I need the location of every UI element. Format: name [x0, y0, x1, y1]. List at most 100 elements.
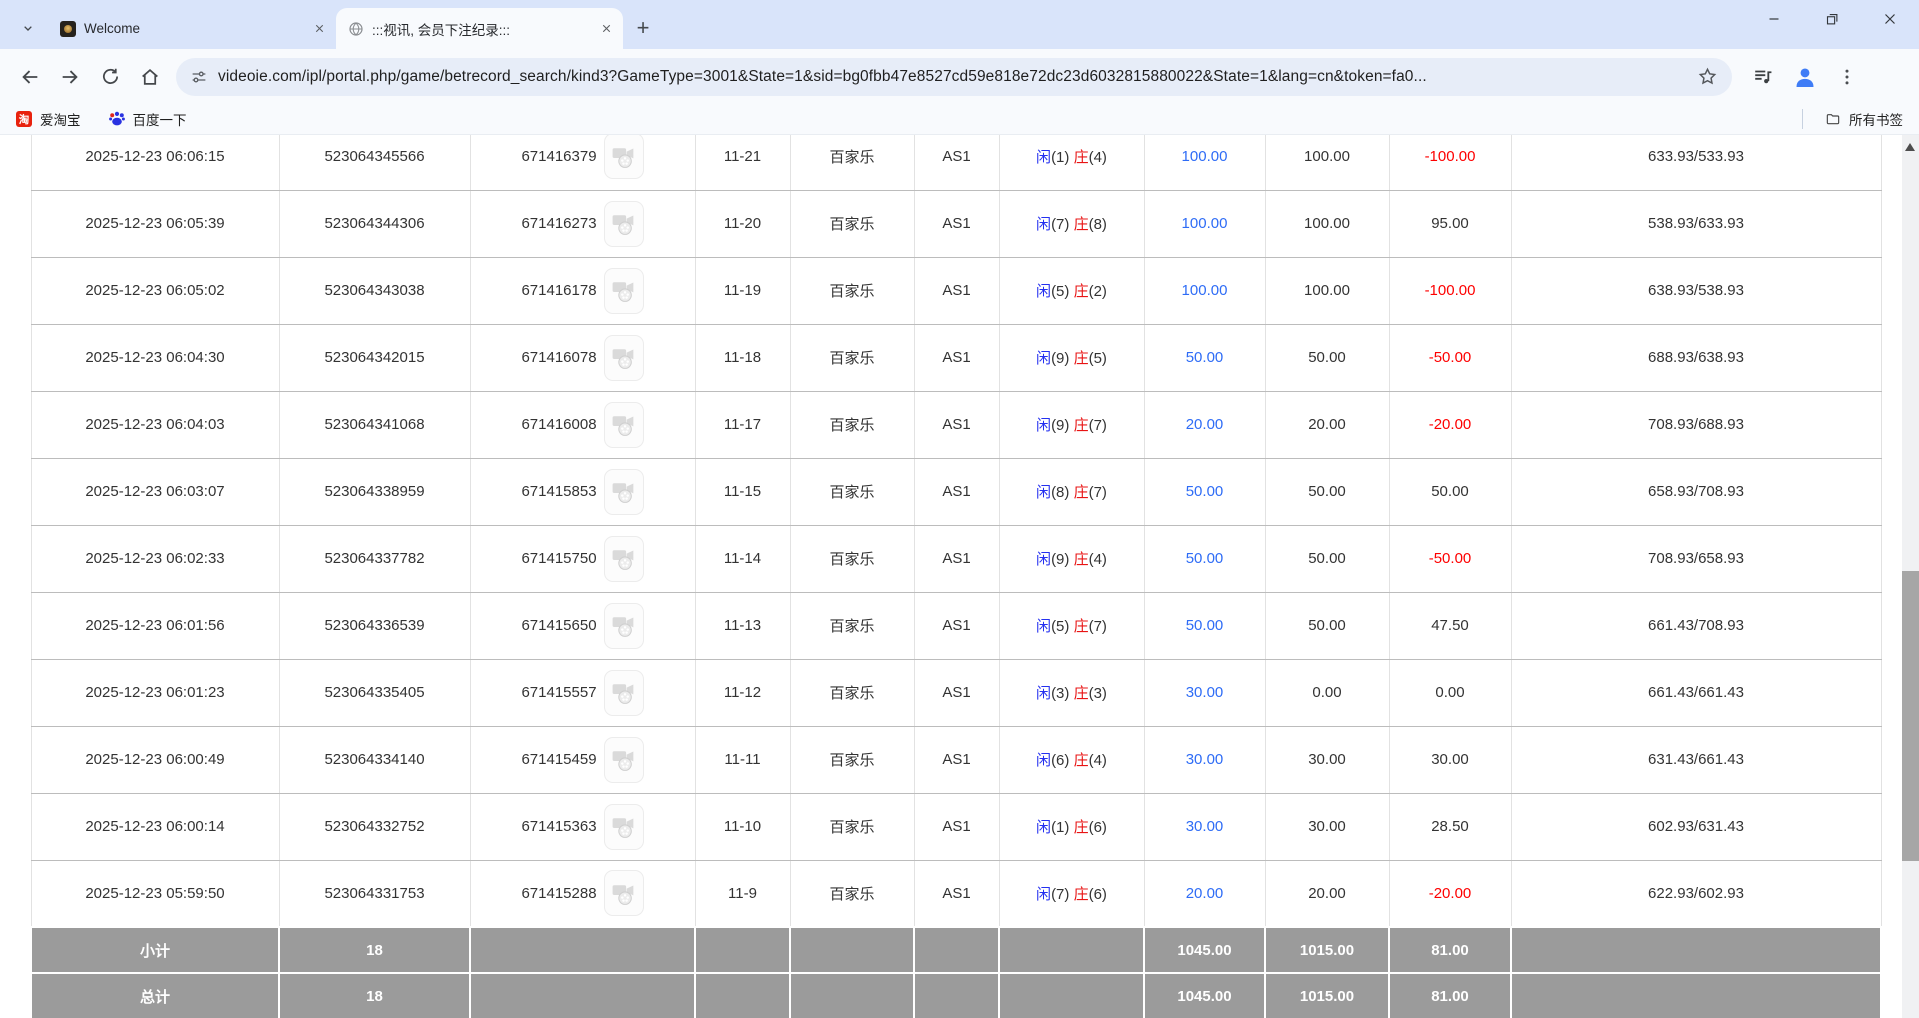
bet-amount-link[interactable]: 50.00: [1144, 324, 1265, 391]
game-number-cell: 671416379: [470, 135, 695, 190]
bet-detail: 闲(7) 庄(6): [999, 860, 1144, 927]
taobao-icon: 淘: [16, 111, 32, 127]
bookmark-star-icon[interactable]: [1697, 66, 1718, 87]
video-replay-button[interactable]: [604, 402, 644, 448]
all-bookmarks[interactable]: 所有书签: [1802, 109, 1903, 129]
bet-detail: 闲(9) 庄(5): [999, 324, 1144, 391]
video-replay-button[interactable]: [604, 670, 644, 716]
reload-button[interactable]: [92, 59, 128, 95]
toolbar-right: [1742, 59, 1868, 95]
back-button[interactable]: [12, 59, 48, 95]
bet-amount-link[interactable]: 50.00: [1144, 592, 1265, 659]
banker-points: (3): [1089, 685, 1107, 702]
bet-amount-link[interactable]: 50.00: [1144, 525, 1265, 592]
media-controls-icon[interactable]: [1745, 59, 1781, 95]
win-loss: -20.00: [1389, 391, 1511, 458]
close-tab-icon[interactable]: [310, 20, 328, 38]
table-name: AS1: [914, 659, 999, 726]
bookmark-taobao[interactable]: 淘 爱淘宝: [16, 109, 81, 129]
bet-amount-link[interactable]: 50.00: [1144, 458, 1265, 525]
bet-amount-link[interactable]: 30.00: [1144, 726, 1265, 793]
table-name: AS1: [914, 458, 999, 525]
new-tab-button[interactable]: +: [629, 14, 657, 42]
menu-kebab-icon[interactable]: [1829, 59, 1865, 95]
video-replay-button[interactable]: [604, 335, 644, 381]
close-window-button[interactable]: [1861, 0, 1919, 38]
footer-empty-cell: [999, 927, 1144, 973]
round-number: 11-21: [695, 135, 790, 190]
player-points: (1): [1051, 149, 1069, 166]
tab-title: :::视讯, 会员下注纪录:::: [372, 19, 589, 39]
valid-amount: 100.00: [1265, 190, 1389, 257]
tab-betrecord[interactable]: :::视讯, 会员下注纪录:::: [336, 8, 623, 49]
game-number: 671415363: [521, 818, 596, 835]
close-tab-icon[interactable]: [597, 20, 615, 38]
video-replay-button[interactable]: [604, 135, 644, 179]
subtotal-winloss: 81.00: [1389, 927, 1511, 973]
game-number: 671416178: [521, 282, 596, 299]
valid-amount: 50.00: [1265, 324, 1389, 391]
home-button[interactable]: [132, 59, 168, 95]
scrollbar-up-arrow-icon[interactable]: [1905, 143, 1915, 151]
win-loss: 28.50: [1389, 793, 1511, 860]
game-type: 百家乐: [790, 659, 914, 726]
bet-amount-link[interactable]: 30.00: [1144, 793, 1265, 860]
page-scrollbar[interactable]: [1902, 135, 1919, 1018]
bet-time: 2025-12-23 06:06:15: [31, 135, 279, 190]
order-number: 523064345566: [279, 135, 470, 190]
order-number: 523064335405: [279, 659, 470, 726]
player-label: 闲: [1036, 886, 1051, 903]
bet-detail: 闲(1) 庄(4): [999, 135, 1144, 190]
round-number: 11-19: [695, 257, 790, 324]
scrollbar-thumb[interactable]: [1902, 571, 1919, 861]
welcome-favicon-icon: [60, 21, 76, 37]
bet-amount-link[interactable]: 100.00: [1144, 135, 1265, 190]
bet-amount-link[interactable]: 100.00: [1144, 257, 1265, 324]
bet-amount-link[interactable]: 20.00: [1144, 391, 1265, 458]
minimize-button[interactable]: [1745, 0, 1803, 38]
video-replay-button[interactable]: [604, 870, 644, 916]
player-label: 闲: [1036, 819, 1051, 836]
player-label: 闲: [1036, 685, 1051, 702]
tab-welcome[interactable]: Welcome: [48, 8, 336, 49]
balance: 631.43/661.43: [1511, 726, 1881, 793]
video-replay-button[interactable]: [604, 536, 644, 582]
table-row: 2025-12-23 06:00:14 523064332752 6714153…: [31, 793, 1881, 860]
bet-time: 2025-12-23 06:01:23: [31, 659, 279, 726]
video-replay-button[interactable]: [604, 603, 644, 649]
browser-titlebar: Welcome :::视讯, 会员下注纪录::: +: [0, 0, 1919, 49]
bet-amount-link[interactable]: 30.00: [1144, 659, 1265, 726]
banker-label: 庄: [1074, 283, 1089, 300]
profile-avatar[interactable]: [1787, 59, 1823, 95]
tune-icon[interactable]: [190, 68, 208, 86]
forward-button[interactable]: [52, 59, 88, 95]
restore-button[interactable]: [1803, 0, 1861, 38]
player-points: (9): [1051, 350, 1069, 367]
game-type: 百家乐: [790, 135, 914, 190]
order-number: 523064332752: [279, 793, 470, 860]
bookmark-baidu[interactable]: 百度一下: [109, 109, 187, 129]
total-bet-amount: 1045.00: [1144, 973, 1265, 1018]
bet-amount-link[interactable]: 20.00: [1144, 860, 1265, 927]
video-replay-button[interactable]: [604, 804, 644, 850]
video-replay-button[interactable]: [604, 268, 644, 314]
order-number: 523064331753: [279, 860, 470, 927]
round-number: 11-9: [695, 860, 790, 927]
bet-amount-link[interactable]: 100.00: [1144, 190, 1265, 257]
url-text[interactable]: videoie.com/ipl/portal.php/game/betrecor…: [218, 68, 1697, 86]
win-loss: 47.50: [1389, 592, 1511, 659]
balance: 661.43/708.93: [1511, 592, 1881, 659]
game-number: 671415853: [521, 483, 596, 500]
folder-icon: [1825, 111, 1841, 127]
video-replay-button[interactable]: [604, 201, 644, 247]
chevron-down-icon: [20, 20, 36, 36]
valid-amount: 20.00: [1265, 391, 1389, 458]
game-number-cell: 671415363: [470, 793, 695, 860]
address-bar[interactable]: videoie.com/ipl/portal.php/game/betrecor…: [176, 58, 1732, 96]
video-replay-button[interactable]: [604, 469, 644, 515]
table-row: 2025-12-23 06:05:02 523064343038 6714161…: [31, 257, 1881, 324]
tab-search-button[interactable]: [14, 14, 42, 42]
video-replay-button[interactable]: [604, 737, 644, 783]
balance: 708.93/658.93: [1511, 525, 1881, 592]
table-row: 2025-12-23 06:03:07 523064338959 6714158…: [31, 458, 1881, 525]
